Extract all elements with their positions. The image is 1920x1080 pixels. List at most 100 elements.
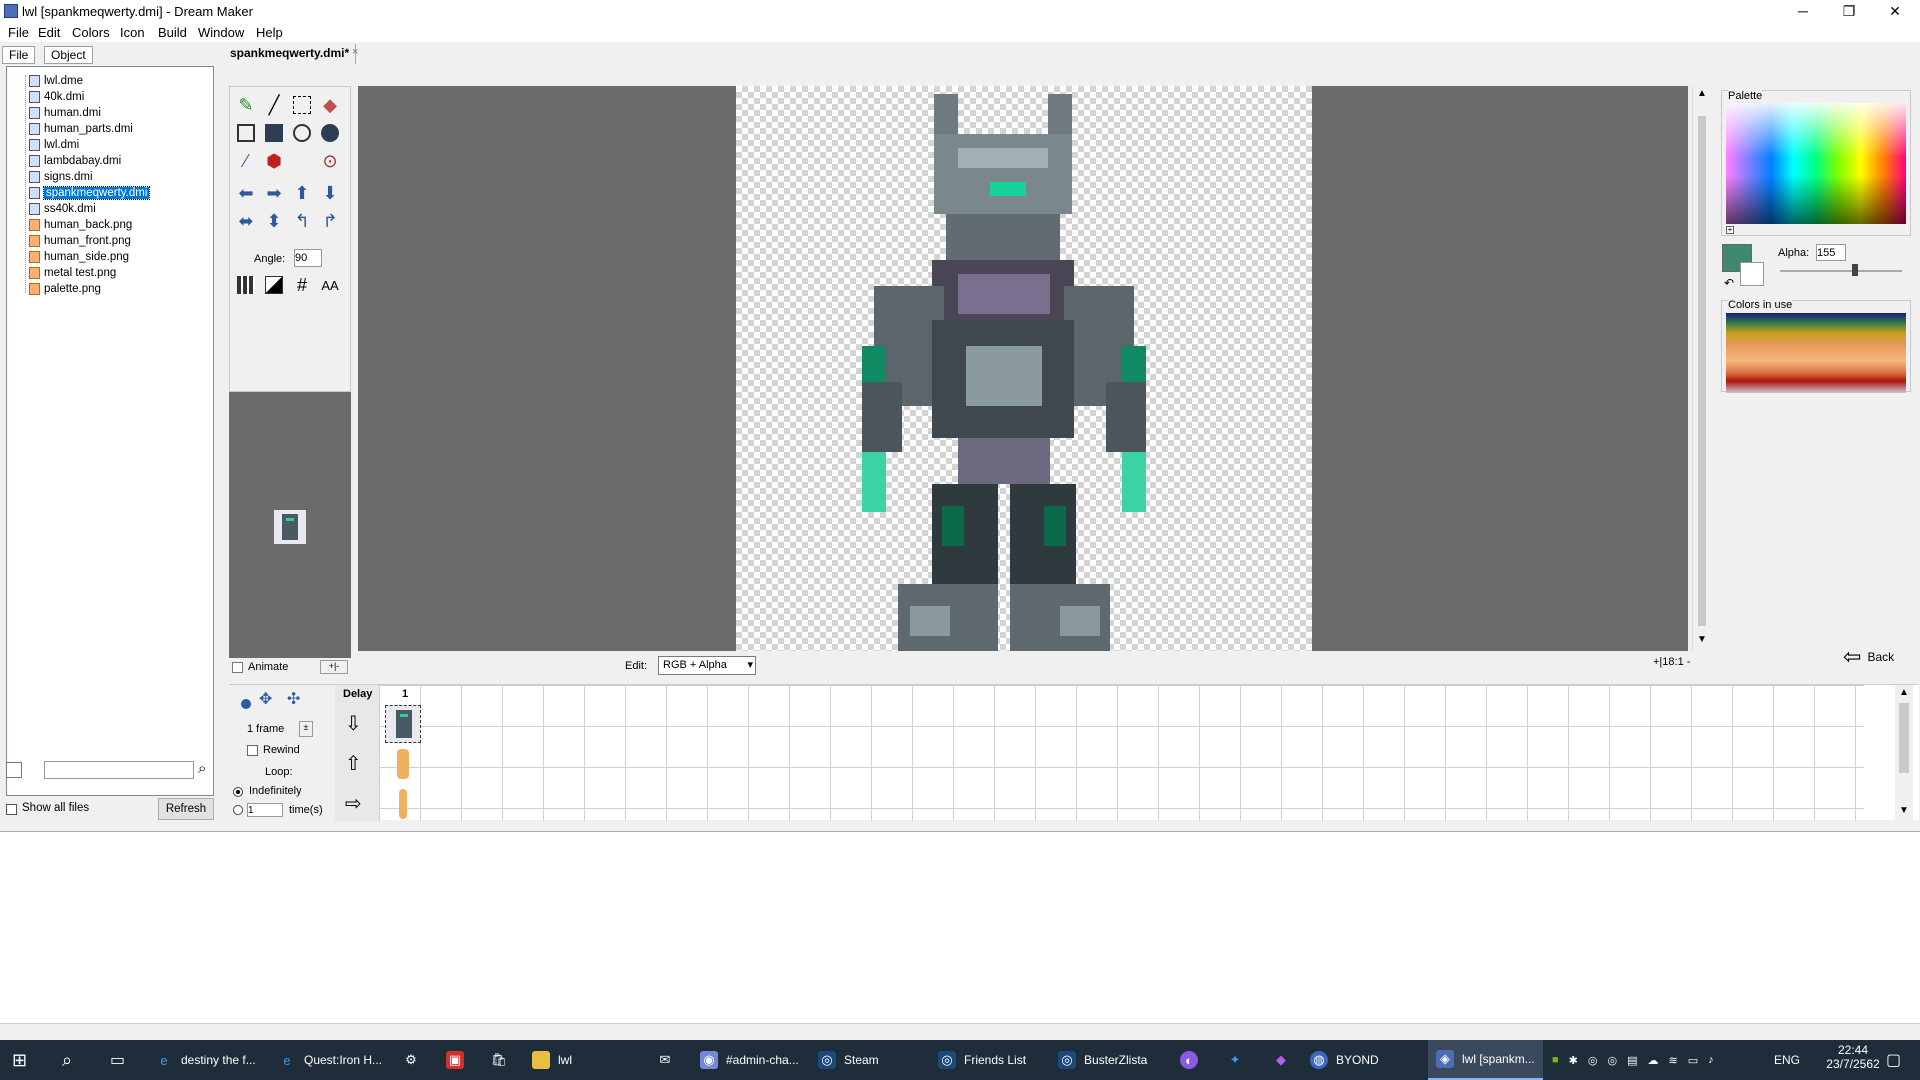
add-color-icon[interactable]: + xyxy=(1726,226,1734,234)
animate-checkbox[interactable] xyxy=(232,662,243,673)
tab-file[interactable]: File xyxy=(2,46,36,64)
taskbar-item[interactable]: ◉ #admin-cha... xyxy=(700,1040,810,1080)
taskbar-item[interactable]: ◍ BYOND xyxy=(1310,1040,1425,1080)
menu-icon[interactable]: Icon xyxy=(120,25,145,40)
colors-in-use-swatches[interactable] xyxy=(1726,313,1906,393)
shift-right-icon[interactable]: ➡ xyxy=(262,181,286,205)
pencil-tool-icon[interactable]: ✎ xyxy=(234,93,258,117)
direction-south-icon[interactable]: ⇩ xyxy=(345,711,362,736)
menu-help[interactable]: Help xyxy=(256,25,283,40)
frame-south-1[interactable] xyxy=(385,705,421,743)
flip-horizontal-icon[interactable]: ⬌ xyxy=(234,209,258,233)
menu-window[interactable]: Window xyxy=(198,25,244,40)
rotate-right-icon[interactable]: ↱ xyxy=(318,209,342,233)
direction-north-icon[interactable]: ⇧ xyxy=(345,751,362,776)
language-indicator[interactable]: ENG xyxy=(1774,1040,1800,1080)
back-button[interactable]: ⇦ Back xyxy=(1843,644,1894,670)
frame-north-1[interactable] xyxy=(391,747,415,781)
contrast-icon[interactable] xyxy=(262,273,286,297)
gamepad-icon[interactable]: ▤ xyxy=(1627,1054,1637,1067)
steam-tray-icon[interactable]: ◎ xyxy=(1607,1054,1617,1067)
shift-left-icon[interactable]: ⬅ xyxy=(234,181,258,205)
system-tray-icons[interactable]: ■ ✱ ◎ ◎ ▤ ☁ ≋ ▭ ♪ xyxy=(1552,1040,1714,1080)
search-icon[interactable]: ⌕ xyxy=(62,1040,72,1080)
nvidia-icon[interactable]: ■ xyxy=(1552,1054,1559,1066)
file-item[interactable]: human_parts.dmi xyxy=(29,121,133,137)
zoom-stepper[interactable]: +|18:1 - xyxy=(1653,656,1690,668)
rect-outline-tool-icon[interactable] xyxy=(234,121,258,145)
loop-times-input[interactable] xyxy=(247,803,283,817)
menu-edit[interactable]: Edit xyxy=(38,25,60,40)
steam-tray-icon[interactable]: ◎ xyxy=(1588,1054,1598,1067)
move-icon[interactable]: ✥ xyxy=(259,689,272,709)
taskbar-item[interactable]: ◎ BusterZlista xyxy=(1058,1040,1168,1080)
task-view-icon[interactable]: ▭ xyxy=(110,1040,125,1080)
taskbar-item[interactable]: 🛍 xyxy=(490,1040,516,1080)
scroll-up-icon[interactable]: ▲ xyxy=(1697,88,1707,99)
menu-build[interactable]: Build xyxy=(158,25,187,40)
app-tray-icon[interactable]: ✱ xyxy=(1569,1054,1578,1067)
file-item[interactable]: lwl.dme xyxy=(29,73,83,89)
pixel-canvas[interactable] xyxy=(736,86,1312,651)
file-item[interactable]: palette.png xyxy=(29,281,101,297)
rotate-left-icon[interactable]: ↰ xyxy=(290,209,314,233)
taskbar-item[interactable]: lwl xyxy=(532,1040,632,1080)
tab-spankmeqwerty-dmi[interactable]: spankmeqwerty.dmi* xyxy=(224,44,357,64)
guides-icon[interactable]: # xyxy=(290,273,314,297)
clock[interactable]: 22:44 23/7/2562 xyxy=(1818,1043,1888,1071)
taskbar-item[interactable]: ◆ xyxy=(1272,1040,1298,1080)
file-item[interactable]: lwl.dmi xyxy=(29,137,79,153)
shift-up-icon[interactable]: ⬆ xyxy=(290,181,314,205)
taskbar-item[interactable]: e Quest:Iron H... xyxy=(278,1040,393,1080)
eyedropper-tool-icon[interactable]: ⁄ xyxy=(234,149,258,173)
collapse-icon[interactable] xyxy=(6,762,22,778)
notification-icon[interactable]: ▢ xyxy=(1886,1040,1901,1080)
line-tool-icon[interactable]: ╱ xyxy=(262,93,286,117)
network-icon[interactable]: ≋ xyxy=(1669,1054,1678,1067)
frame-grid[interactable] xyxy=(379,685,1864,821)
canvas-vertical-scrollbar[interactable]: ▲ ▼ xyxy=(1692,86,1710,651)
alpha-slider[interactable] xyxy=(1780,270,1902,272)
close-button[interactable]: ✕ xyxy=(1872,0,1918,22)
move-all-icon[interactable]: ✣ xyxy=(287,689,300,709)
taskbar-item[interactable]: ✉ xyxy=(656,1040,682,1080)
zoom-tool-icon[interactable]: ⊙ xyxy=(318,149,342,173)
shift-down-icon[interactable]: ⬇ xyxy=(318,181,342,205)
file-search-input[interactable] xyxy=(44,761,194,779)
volume-icon[interactable]: ♪ xyxy=(1708,1054,1714,1066)
refresh-button[interactable]: Refresh xyxy=(158,798,214,820)
ellipse-fill-tool-icon[interactable] xyxy=(318,121,342,145)
select-tool-icon[interactable] xyxy=(290,93,314,117)
rect-fill-tool-icon[interactable] xyxy=(262,121,286,145)
fill-bucket-tool-icon[interactable]: ⬢ xyxy=(262,149,286,173)
show-all-files-checkbox[interactable] xyxy=(6,804,17,815)
file-item[interactable]: human.dmi xyxy=(29,105,101,121)
times-radio[interactable] xyxy=(233,805,243,815)
minimize-button[interactable]: ─ xyxy=(1780,0,1826,22)
dot-icon[interactable] xyxy=(241,699,251,709)
timeline-scrollbar[interactable]: ▲ ▼ xyxy=(1895,685,1913,821)
file-item[interactable]: 40k.dmi xyxy=(29,89,84,105)
alpha-slider-thumb[interactable] xyxy=(1852,264,1858,276)
indefinitely-radio[interactable] xyxy=(233,787,243,797)
taskbar-item-active[interactable]: ◈ lwl [spankm... xyxy=(1428,1040,1543,1080)
file-item[interactable]: lambdabay.dmi xyxy=(29,153,121,169)
taskbar-item[interactable]: ◐ xyxy=(1180,1040,1206,1080)
preview-zoom-stepper[interactable]: +|- xyxy=(320,660,348,674)
canvas-area[interactable] xyxy=(358,86,1688,651)
swap-colors-icon[interactable]: ↶ xyxy=(1724,276,1734,290)
frames-stepper[interactable]: ± xyxy=(299,721,313,737)
grid-icon[interactable] xyxy=(234,273,258,297)
ellipse-outline-tool-icon[interactable] xyxy=(290,121,314,145)
file-item[interactable]: ss40k.dmi xyxy=(29,201,96,217)
taskbar-item[interactable]: e destiny the f... xyxy=(155,1040,270,1080)
direction-east-icon[interactable]: ⇨ xyxy=(345,791,362,816)
file-item[interactable]: human_side.png xyxy=(29,249,129,265)
taskbar-item[interactable]: ◎ Friends List xyxy=(938,1040,1048,1080)
file-item[interactable]: human_front.png xyxy=(29,233,131,249)
file-item[interactable]: metal test.png xyxy=(29,265,116,281)
angle-input[interactable] xyxy=(294,249,322,267)
menu-file[interactable]: File xyxy=(8,25,29,40)
taskbar-item[interactable]: ✦ xyxy=(1226,1040,1252,1080)
taskbar-item[interactable]: ◎ Steam xyxy=(818,1040,928,1080)
